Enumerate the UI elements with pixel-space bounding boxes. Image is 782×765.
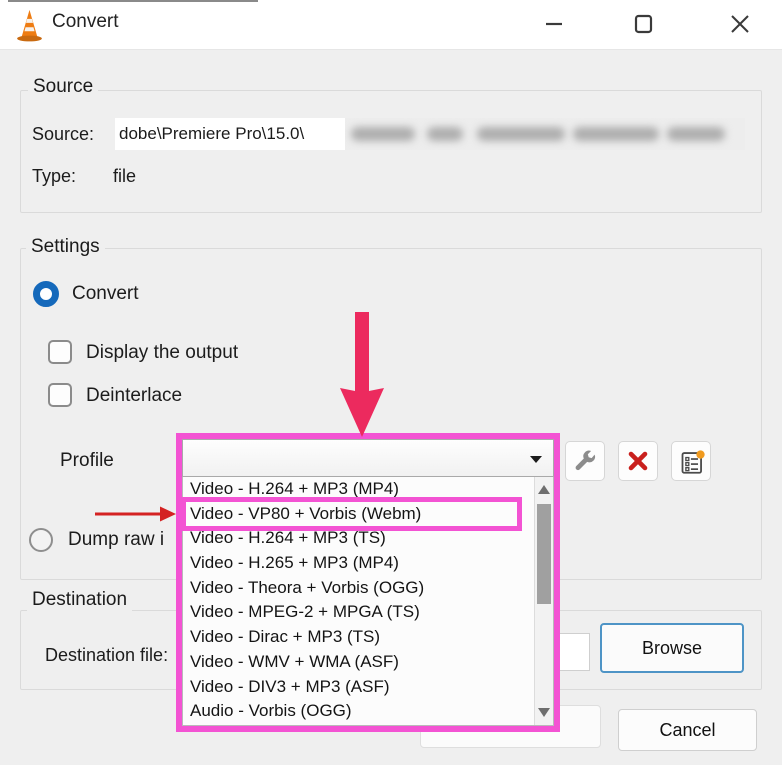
scrollbar-thumb[interactable]: [537, 504, 551, 604]
profile-list-icon: [678, 448, 705, 475]
profile-label: Profile: [60, 450, 114, 472]
profile-combobox[interactable]: [182, 439, 554, 477]
profile-combobox-value: [183, 448, 189, 467]
redacted-source-path: [345, 118, 745, 150]
vlc-cone-icon: [16, 8, 43, 42]
convert-radio-label: Convert: [72, 283, 139, 305]
dropdown-item[interactable]: Video - DIV3 + MP3 (ASF): [183, 675, 553, 700]
maximize-button[interactable]: [631, 11, 657, 37]
delete-profile-button[interactable]: [618, 441, 658, 481]
dump-raw-label: Dump raw i: [68, 529, 176, 551]
dropdown-item[interactable]: Video - WMV + WMA (ASF): [183, 650, 553, 675]
deinterlace-label: Deinterlace: [86, 385, 182, 407]
destination-file-label: Destination file:: [45, 645, 168, 666]
close-button[interactable]: [727, 11, 753, 37]
display-output-label: Display the output: [86, 342, 238, 364]
scroll-down-icon[interactable]: [538, 708, 550, 717]
dropdown-item[interactable]: Video - H.264 + MP3 (TS): [183, 526, 553, 551]
source-field-label: Source:: [32, 124, 94, 145]
dropdown-item[interactable]: Video - MPEG-2 + MPGA (TS): [183, 600, 553, 625]
type-value: file: [113, 166, 136, 187]
dropdown-item[interactable]: Video - Theora + Vorbis (OGG): [183, 576, 553, 601]
display-output-checkbox[interactable]: [48, 340, 72, 364]
window-title: Convert: [52, 11, 119, 33]
convert-radio[interactable]: [33, 281, 59, 307]
title-bar: Convert: [0, 0, 782, 50]
close-icon: [728, 12, 752, 36]
settings-group-label: Settings: [26, 236, 105, 258]
source-path-input[interactable]: dobe\Premiere Pro\15.0\: [115, 118, 345, 150]
edit-profile-button[interactable]: [565, 441, 605, 481]
dump-raw-radio[interactable]: [29, 528, 53, 552]
window-top-border: [8, 0, 258, 2]
maximize-icon: [632, 12, 656, 36]
source-group-label: Source: [28, 76, 98, 98]
chevron-down-icon: [530, 456, 542, 463]
minimize-icon: [543, 13, 565, 35]
minimize-button[interactable]: [541, 11, 567, 37]
scroll-up-icon[interactable]: [538, 485, 550, 494]
browse-button[interactable]: Browse: [600, 623, 744, 673]
type-field-label: Type:: [32, 166, 76, 187]
convert-dialog: Convert Source Source: dobe\Premiere Pro…: [0, 0, 782, 765]
red-x-icon: [626, 449, 650, 473]
dropdown-item[interactable]: Audio - Vorbis (OGG): [183, 699, 553, 724]
dropdown-item[interactable]: Video - H.264 + MP3 (MP4): [183, 477, 553, 502]
dropdown-item[interactable]: Video - Dirac + MP3 (TS): [183, 625, 553, 650]
destination-group-label: Destination: [27, 589, 132, 611]
dropdown-item[interactable]: Video - H.265 + MP3 (MP4): [183, 551, 553, 576]
dropdown-scrollbar[interactable]: [534, 477, 553, 725]
profile-dropdown-list: Video - H.264 + MP3 (MP4) Video - VP80 +…: [182, 477, 554, 726]
new-profile-button[interactable]: [671, 441, 711, 481]
deinterlace-checkbox[interactable]: [48, 383, 72, 407]
dropdown-item-highlighted[interactable]: Video - VP80 + Vorbis (Webm): [183, 502, 553, 527]
source-groupbox: [20, 90, 762, 213]
cancel-button[interactable]: Cancel: [618, 709, 757, 751]
wrench-icon: [572, 448, 598, 474]
